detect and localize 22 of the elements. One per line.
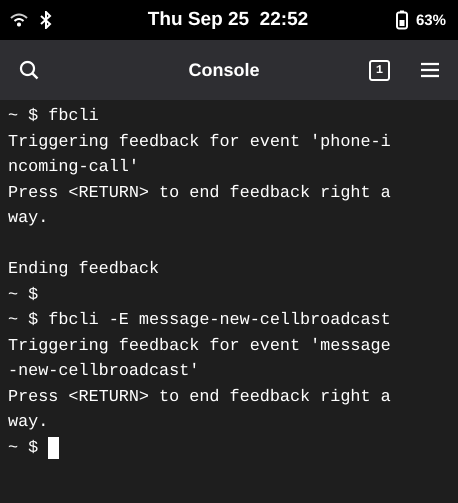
terminal-line: Triggering feedback for event 'message	[8, 336, 391, 358]
tab-count-button[interactable]: 1	[369, 60, 390, 80]
terminal-line: way.	[8, 208, 48, 230]
clock: Thu Sep 25 22:52	[148, 9, 308, 31]
terminal-line: ~ $	[8, 284, 38, 306]
terminal-line: Triggering feedback for event 'phone-i	[8, 132, 391, 154]
terminal-line: ~ $	[8, 438, 38, 460]
terminal-line: Ending feedback	[8, 259, 160, 281]
terminal-line: Press <RETURN> to end feedback right a	[8, 386, 391, 408]
terminal-line: -new-cellbroadcast'	[8, 361, 200, 383]
terminal-line: ~ $ fbcli	[8, 106, 99, 128]
terminal-line: way.	[8, 412, 48, 434]
search-icon[interactable]	[19, 60, 39, 80]
window-title: Console	[187, 60, 260, 80]
battery-percentage: 63%	[416, 12, 446, 28]
bluetooth-icon	[40, 11, 52, 29]
battery-icon	[396, 10, 408, 30]
terminal-line: ~ $ fbcli -E message-new-cellbroadcast	[8, 310, 391, 332]
menu-icon[interactable]	[420, 62, 440, 78]
terminal-line: ncoming-call'	[8, 157, 139, 179]
wifi-icon	[10, 13, 28, 27]
terminal-line: Press <RETURN> to end feedback right a	[8, 182, 391, 204]
